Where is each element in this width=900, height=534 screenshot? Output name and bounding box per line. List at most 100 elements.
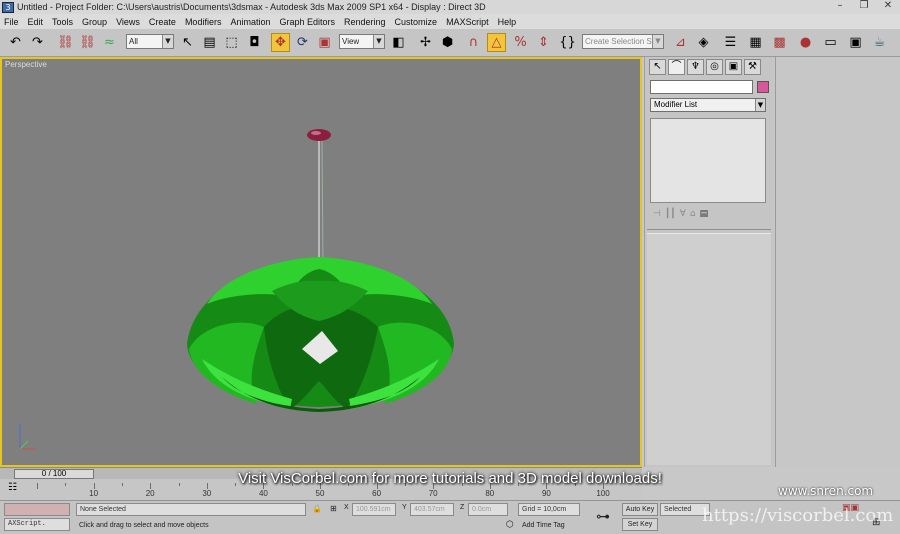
rectangular-selection-icon[interactable]: ⬚ <box>222 33 241 52</box>
motion-tab-icon[interactable]: ◎ <box>706 59 723 75</box>
utilities-tab-icon[interactable]: ⚒ <box>744 59 761 75</box>
menu-maxscript[interactable]: MAXScript <box>446 17 489 27</box>
prompt-line: Click and drag to select and move object… <box>79 522 209 529</box>
track-tick-label: 40 <box>258 489 268 498</box>
add-time-tag-button[interactable]: Add Time Tag <box>522 522 565 529</box>
minimize-button[interactable]: – <box>832 1 848 12</box>
main-toolbar: ↶ ↷ ⛓ ⛓ ≈ All ▼ ↖ ▤ ⬚ ◘ ✥ ⟳ ▣ View ▼ ◧ ✢ ⬢… <box>0 29 900 57</box>
axis-tripod <box>19 424 36 450</box>
track-tick-label: 50 <box>315 489 325 498</box>
menu-group[interactable]: Group <box>82 17 107 27</box>
align-icon[interactable]: ◈ <box>694 33 713 52</box>
modify-tab-icon[interactable]: ⌒ <box>668 59 685 75</box>
reference-coordinate-dropdown[interactable]: View ▼ <box>339 34 385 49</box>
menu-graph-editors[interactable]: Graph Editors <box>279 17 335 27</box>
object-name-field[interactable] <box>650 80 753 94</box>
perspective-viewport[interactable]: Perspective <box>0 57 642 467</box>
curve-editor-icon[interactable]: ▦ <box>746 33 765 52</box>
menu-create[interactable]: Create <box>149 17 176 27</box>
stack-toolbar: ⊣ ┃┃ ∀ ⌂ ▤ <box>653 207 765 221</box>
modifier-stack[interactable] <box>650 118 766 203</box>
select-by-name-icon[interactable]: ▤ <box>200 33 219 52</box>
track-tick-label: 80 <box>485 489 495 498</box>
select-and-link-icon[interactable]: ⛓ <box>56 33 75 52</box>
render-production-icon[interactable]: ☕ <box>870 33 889 52</box>
select-and-rotate-icon[interactable]: ⟳ <box>293 33 312 52</box>
undo-icon[interactable]: ↶ <box>6 33 25 52</box>
menu-tools[interactable]: Tools <box>52 17 73 27</box>
edit-named-selection-icon[interactable]: {} <box>558 33 577 52</box>
create-tab-icon[interactable]: ↖ <box>649 59 666 75</box>
menu-customize[interactable]: Customize <box>395 17 438 27</box>
app-icon[interactable]: 3 <box>2 1 14 13</box>
show-end-result-icon[interactable]: ┃┃ <box>665 209 676 219</box>
lock-selection-icon[interactable]: 🔒 <box>312 504 322 513</box>
angle-snap-icon[interactable]: △ <box>487 33 506 52</box>
viscorbel-watermark: https://viscorbel.com <box>702 505 894 526</box>
material-editor-icon[interactable]: ● <box>796 33 815 52</box>
select-and-scale-icon[interactable]: ▣ <box>315 33 334 52</box>
title-bar: 3 Untitled - Project Folder: C:\Users\au… <box>0 0 900 14</box>
bind-to-space-warp-icon[interactable]: ≈ <box>100 33 119 52</box>
menu-edit[interactable]: Edit <box>28 17 44 27</box>
tutorial-caption: Visit VisCorbel.com for more tutorials a… <box>238 470 662 487</box>
lamp-shade <box>187 257 454 412</box>
hierarchy-tab-icon[interactable]: ♆ <box>687 59 704 75</box>
schematic-view-icon[interactable]: ▩ <box>770 33 789 52</box>
keyboard-shortcut-override-icon[interactable]: ⬢ <box>438 33 457 52</box>
set-key-icon[interactable]: ⊶ <box>596 509 610 525</box>
set-key-button[interactable]: Set Key <box>622 518 658 531</box>
track-tick-label: 20 <box>145 489 155 498</box>
display-tab-icon[interactable]: ▣ <box>725 59 742 75</box>
maximize-button[interactable]: ❐ <box>856 1 872 12</box>
lamp-model[interactable] <box>2 59 640 465</box>
auto-key-button[interactable]: Auto Key <box>622 503 658 516</box>
window-crossing-icon[interactable]: ◘ <box>245 33 264 52</box>
pivot-center-icon[interactable]: ◧ <box>389 33 408 52</box>
close-button[interactable]: ✕ <box>880 1 896 12</box>
lamp-canopy <box>307 129 331 141</box>
modifier-list-dropdown[interactable]: Modifier List ▼ <box>650 98 766 112</box>
spinner-snap-icon[interactable]: ⇕ <box>534 33 553 52</box>
window-title: Untitled - Project Folder: C:\Users\aust… <box>17 2 486 12</box>
redo-icon[interactable]: ↷ <box>28 33 47 52</box>
time-tag-icon[interactable]: ⬡ <box>506 520 514 530</box>
snaps-toggle-icon[interactable]: ∩ <box>464 33 483 52</box>
maxscript-mini-listener[interactable] <box>4 503 70 516</box>
mirror-icon[interactable]: ⊿ <box>671 33 690 52</box>
menu-help[interactable]: Help <box>498 17 517 27</box>
maxscript-listener-label[interactable]: AXScript. <box>4 518 70 531</box>
remove-modifier-icon[interactable]: ⌂ <box>690 209 696 219</box>
object-color-swatch[interactable] <box>757 81 769 93</box>
menu-bar: File Edit Tools Group Views Create Modif… <box>0 14 900 29</box>
named-selection-sets-dropdown[interactable]: Create Selection Set ▼ <box>582 34 664 49</box>
menu-animation[interactable]: Animation <box>230 17 270 27</box>
make-unique-icon[interactable]: ∀ <box>680 209 686 219</box>
select-object-icon[interactable]: ↖ <box>178 33 197 52</box>
unlink-selection-icon[interactable]: ⛓ <box>78 33 97 52</box>
selection-filter-dropdown[interactable]: All ▼ <box>126 34 174 49</box>
rendered-frame-window-icon[interactable]: ▣ <box>846 33 865 52</box>
canopy-highlight <box>311 131 321 135</box>
menu-views[interactable]: Views <box>116 17 140 27</box>
parameters-rollout-area <box>647 233 771 465</box>
absolute-mode-icon[interactable]: ⊞ <box>330 504 337 513</box>
menu-rendering[interactable]: Rendering <box>344 17 386 27</box>
track-tick-label: 10 <box>89 489 99 498</box>
x-coordinate-field[interactable]: 100.591cm <box>352 503 396 516</box>
configure-modifier-sets-icon[interactable]: ▤ <box>700 209 709 219</box>
selection-status: None Selected <box>76 503 306 516</box>
menu-file[interactable]: File <box>4 17 19 27</box>
render-setup-icon[interactable]: ▭ <box>821 33 840 52</box>
y-coordinate-field[interactable]: 403.57cm <box>410 503 454 516</box>
select-and-move-icon[interactable]: ✥ <box>271 33 290 52</box>
lamp-cable-shadow <box>321 140 324 265</box>
grid-size-display: Grid = 10,0cm <box>518 503 580 516</box>
layer-manager-icon[interactable]: ☰ <box>721 33 740 52</box>
track-tick-label: 70 <box>428 489 438 498</box>
z-coordinate-field[interactable]: 0.0cm <box>468 503 508 516</box>
pin-stack-icon[interactable]: ⊣ <box>653 209 661 219</box>
percent-snap-icon[interactable]: % <box>511 33 530 52</box>
menu-modifiers[interactable]: Modifiers <box>185 17 222 27</box>
select-and-manipulate-icon[interactable]: ✢ <box>416 33 435 52</box>
